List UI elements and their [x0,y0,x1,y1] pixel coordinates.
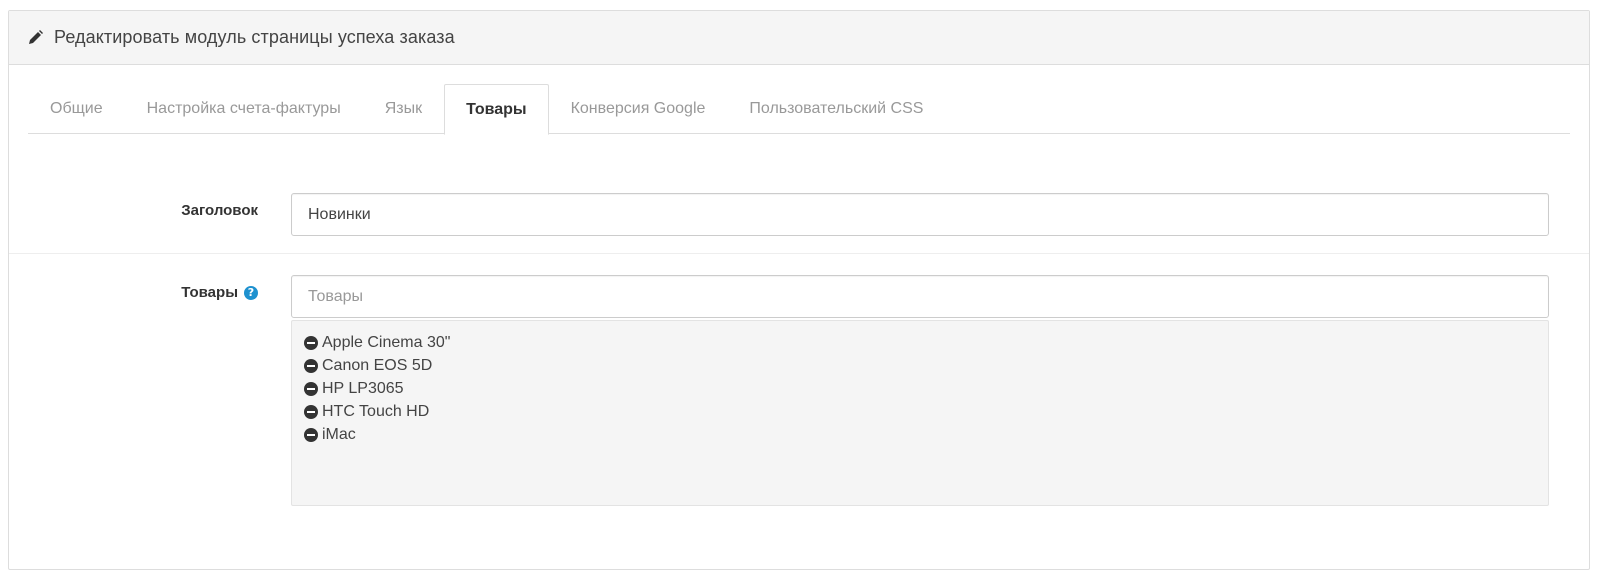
tab-google-conversion[interactable]: Конверсия Google [549,84,728,133]
tab-language[interactable]: Язык [363,84,444,133]
products-label: Товары ? [181,284,258,301]
tab-products[interactable]: Товары [444,84,549,135]
product-item: Apple Cinema 30" [304,331,1536,354]
product-name: Canon EOS 5D [322,356,433,374]
minus-circle-icon[interactable] [304,404,318,419]
products-autocomplete-input[interactable] [291,275,1549,318]
minus-circle-icon[interactable] [304,427,318,442]
product-name: HP LP3065 [322,379,404,397]
tab-invoice-settings[interactable]: Настройка счета-фактуры [125,84,363,133]
tab-bar: Общие Настройка счета-фактуры Язык Товар… [28,84,1570,135]
minus-circle-icon[interactable] [304,358,318,373]
product-item: HP LP3065 [304,377,1536,400]
tab-general[interactable]: Общие [28,84,125,133]
product-item: HTC Touch HD [304,400,1536,423]
heading-input[interactable] [291,193,1549,236]
selected-products-list[interactable]: Apple Cinema 30" Canon EOS 5D HP LP3065 … [291,320,1549,506]
tab-custom-css[interactable]: Пользовательский CSS [727,84,945,133]
pencil-icon [26,29,44,47]
panel-title: Редактировать модуль страницы успеха зак… [54,27,455,47]
product-item: iMac [304,423,1536,446]
edit-module-panel: Редактировать модуль страницы успеха зак… [8,10,1590,570]
products-form-row: Товары ? Apple Cinema 30" Canon EOS 5D H… [9,255,1589,525]
question-circle-icon[interactable]: ? [244,285,258,300]
product-name: Apple Cinema 30" [322,333,451,351]
product-name: iMac [322,425,356,443]
panel-heading: Редактировать модуль страницы успеха зак… [9,11,1589,65]
product-item: Canon EOS 5D [304,354,1536,377]
heading-label-text: Заголовок [181,202,258,219]
product-name: HTC Touch HD [322,402,430,420]
heading-form-row: Заголовок [9,174,1589,254]
heading-label: Заголовок [181,202,258,219]
minus-circle-icon[interactable] [304,381,318,396]
products-label-text: Товары [181,284,238,301]
minus-circle-icon[interactable] [304,335,318,350]
